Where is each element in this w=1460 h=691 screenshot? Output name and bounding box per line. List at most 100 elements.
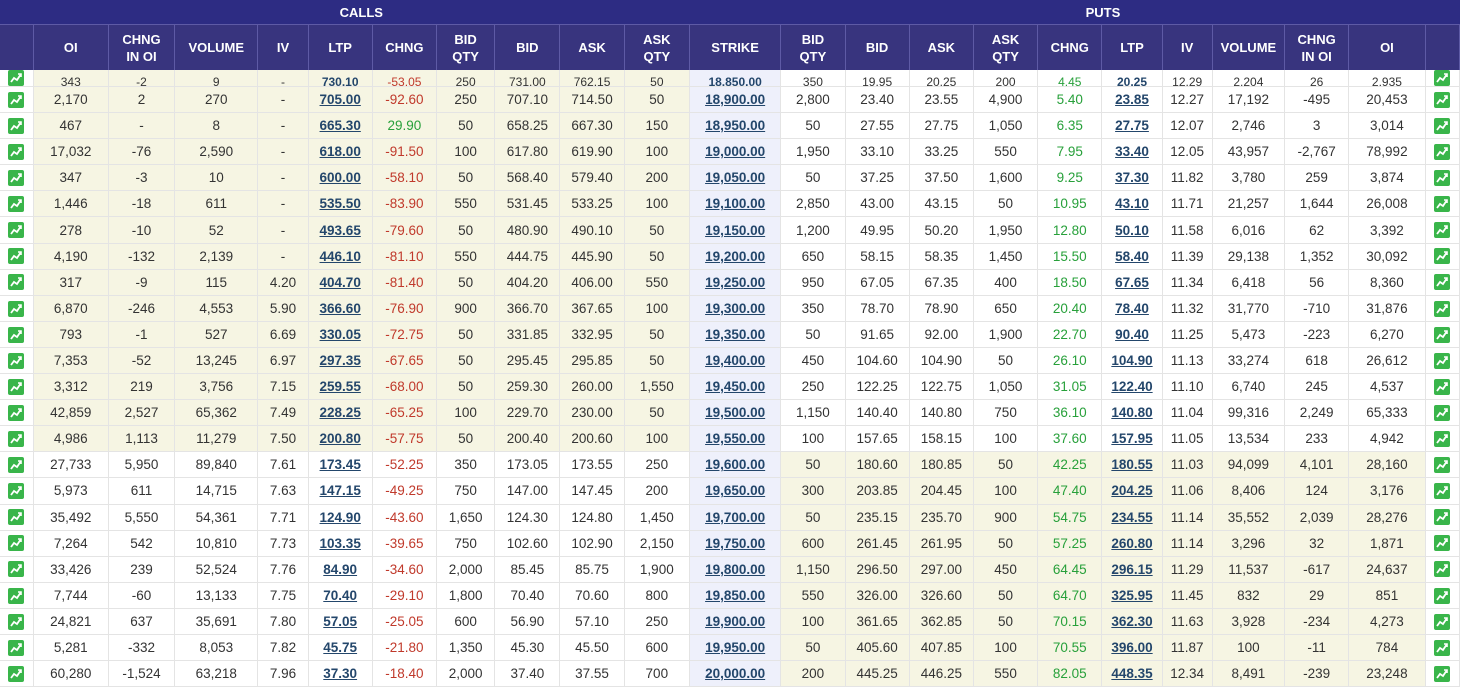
call-cell-link[interactable]: 45.75 [323, 640, 357, 655]
chart-up-icon[interactable] [8, 665, 25, 682]
chart-up-icon[interactable] [8, 70, 25, 86]
strike-price[interactable]: 19,000.00 [689, 138, 782, 166]
calls-col-header[interactable]: VOLUME [174, 24, 259, 70]
call-cell[interactable]: 228.25 [308, 399, 373, 427]
put-cell[interactable]: 27.75 [1101, 112, 1163, 140]
strike-price[interactable]: 19,750.00 [689, 530, 782, 557]
chart-up-icon[interactable] [1434, 300, 1451, 317]
put-cell-link[interactable]: 67.65 [1115, 275, 1149, 290]
strike-price[interactable]: 19,600.00 [689, 451, 782, 479]
put-cell-link[interactable]: 180.55 [1111, 457, 1152, 472]
put-cell-link[interactable]: 122.40 [1111, 379, 1152, 394]
strike-col-header[interactable]: STRIKE [689, 24, 782, 70]
strike-price[interactable]: 19,300.00 [689, 295, 782, 322]
strike-price[interactable]: 19,500.00 [689, 399, 782, 427]
call-cell-link[interactable]: 147.15 [320, 483, 361, 498]
call-cell[interactable]: 330.05 [308, 321, 373, 348]
chart-up-icon[interactable] [1434, 378, 1451, 395]
chart-up-icon[interactable] [8, 300, 25, 317]
put-cell[interactable]: 362.30 [1101, 608, 1163, 635]
chart-up-icon[interactable] [1434, 70, 1451, 86]
put-cell[interactable]: 204.25 [1101, 477, 1163, 505]
call-cell[interactable]: 124.90 [308, 504, 373, 531]
puts-col-header[interactable]: LTP [1101, 24, 1163, 70]
chart-up-icon[interactable] [8, 457, 25, 474]
puts-col-header[interactable]: ASK QTY [973, 24, 1039, 70]
call-cell-link[interactable]: 103.35 [320, 536, 361, 551]
call-cell[interactable]: 84.90 [308, 556, 373, 583]
strike-price-link[interactable]: 19,700.00 [705, 510, 765, 525]
put-cell[interactable]: 157.95 [1101, 425, 1163, 453]
strike-price-link[interactable]: 19,150.00 [705, 223, 765, 238]
calls-col-header[interactable]: BID QTY [436, 24, 496, 70]
strike-price-link[interactable]: 19,800.00 [705, 562, 765, 577]
chart-up-icon[interactable] [8, 352, 25, 369]
strike-price[interactable]: 19,150.00 [689, 216, 782, 244]
strike-price[interactable]: 19,700.00 [689, 504, 782, 531]
chart-up-icon[interactable] [8, 117, 25, 134]
put-cell[interactable]: 234.55 [1101, 504, 1163, 531]
call-cell[interactable]: 705.00 [308, 86, 373, 114]
put-cell[interactable]: 78.40 [1101, 295, 1163, 322]
strike-price-link[interactable]: 20,000.00 [705, 666, 765, 681]
chart-up-icon[interactable] [1434, 274, 1451, 291]
strike-price-link[interactable]: 19,750.00 [705, 536, 765, 551]
strike-price[interactable]: 19,050.00 [689, 164, 782, 192]
call-cell[interactable]: 147.15 [308, 477, 373, 505]
strike-price-link[interactable]: 19,900.00 [705, 614, 765, 629]
put-cell-link[interactable]: 296.15 [1111, 562, 1152, 577]
put-cell[interactable]: 296.15 [1101, 556, 1163, 583]
strike-price-link[interactable]: 19,950.00 [705, 640, 765, 655]
chart-up-icon[interactable] [8, 222, 25, 239]
call-cell[interactable]: 103.35 [308, 530, 373, 557]
chart-up-icon[interactable] [1434, 457, 1451, 474]
call-cell[interactable]: 366.60 [308, 295, 373, 322]
put-cell-link[interactable]: 78.40 [1115, 301, 1149, 316]
call-cell-link[interactable]: 57.05 [323, 614, 357, 629]
put-cell[interactable]: 43.10 [1101, 190, 1163, 218]
call-cell[interactable]: 730.10 [308, 70, 373, 87]
chart-up-icon[interactable] [8, 509, 25, 526]
calls-col-header[interactable]: LTP [308, 24, 373, 70]
call-cell[interactable]: 37.30 [308, 660, 373, 688]
put-cell[interactable]: 140.80 [1101, 399, 1163, 427]
call-cell[interactable]: 535.50 [308, 190, 373, 218]
strike-price-link[interactable]: 19,600.00 [705, 457, 765, 472]
strike-price[interactable]: 19,550.00 [689, 425, 782, 453]
puts-col-header[interactable]: IV [1162, 24, 1213, 70]
chart-up-icon[interactable] [1434, 222, 1451, 239]
chart-up-icon[interactable] [8, 561, 25, 578]
chart-up-icon[interactable] [1434, 170, 1451, 187]
strike-price-link[interactable]: 19,300.00 [705, 301, 765, 316]
call-cell[interactable]: 493.65 [308, 216, 373, 244]
put-cell[interactable]: 90.40 [1101, 321, 1163, 348]
chart-up-icon[interactable] [8, 535, 25, 552]
strike-price-link[interactable]: 18,950.00 [705, 118, 765, 133]
call-cell[interactable]: 45.75 [308, 634, 373, 662]
put-cell-link[interactable]: 37.30 [1115, 170, 1149, 185]
put-cell[interactable]: 260.80 [1101, 530, 1163, 557]
call-cell-link[interactable]: 600.00 [320, 170, 361, 185]
strike-price[interactable]: 19,950.00 [689, 634, 782, 662]
chart-up-icon[interactable] [1434, 665, 1451, 682]
strike-price-link[interactable]: 19,200.00 [705, 249, 765, 264]
chart-up-icon[interactable] [1434, 117, 1451, 134]
chart-up-icon[interactable] [1434, 91, 1451, 108]
strike-price-link[interactable]: 18,850.00 [708, 75, 761, 86]
call-cell-link[interactable]: 404.70 [320, 275, 361, 290]
chart-up-icon[interactable] [8, 143, 25, 160]
call-cell[interactable]: 618.00 [308, 138, 373, 166]
strike-price[interactable]: 19,850.00 [689, 582, 782, 609]
put-cell-link[interactable]: 140.80 [1111, 405, 1152, 420]
strike-price-link[interactable]: 19,100.00 [705, 196, 765, 211]
put-cell[interactable]: 448.35 [1101, 660, 1163, 688]
calls-col-header[interactable]: OI [33, 24, 109, 70]
call-cell-link[interactable]: 84.90 [323, 562, 357, 577]
call-cell-link[interactable]: 665.30 [320, 118, 361, 133]
put-cell[interactable]: 23.85 [1101, 86, 1163, 114]
put-cell-link[interactable]: 396.00 [1111, 640, 1152, 655]
chart-up-icon[interactable] [8, 378, 25, 395]
chart-up-icon[interactable] [8, 613, 25, 630]
put-cell-link[interactable]: 204.25 [1111, 483, 1152, 498]
put-cell[interactable]: 325.95 [1101, 582, 1163, 609]
